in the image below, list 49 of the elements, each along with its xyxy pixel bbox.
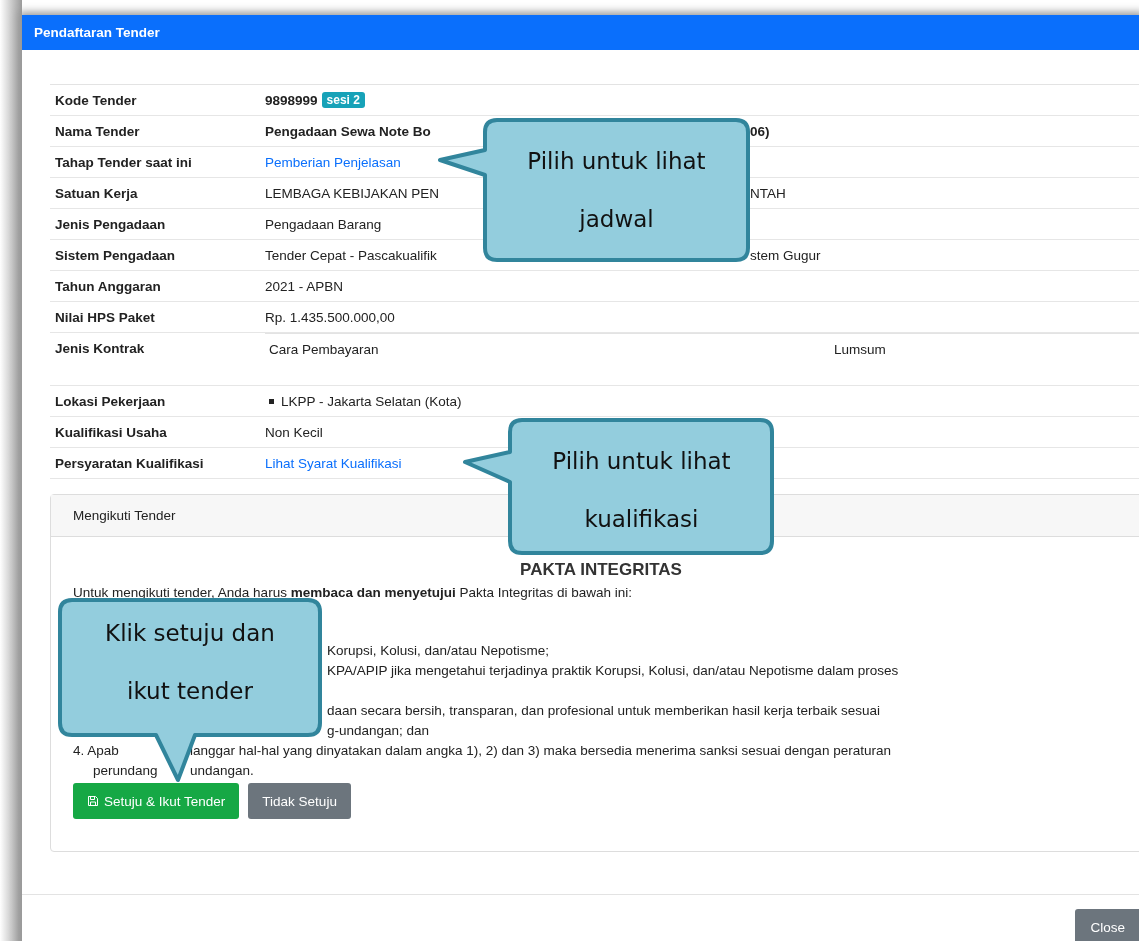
link[interactable]: Pemberian Penjelasan [265,154,401,170]
text-line: KPA/APIP jika mengetahui terjadinya praktik Korupsi, Kolusi, dan/atau Nepotisme dalam proses [327,663,899,678]
field-value: Tender Cepat - Pascakualifik [265,247,437,263]
text-line: 4. Apab [73,743,119,758]
table-cell-text: Lumsum [834,342,887,357]
field-label: Tahap Tender saat ini [55,154,192,170]
field-value: LEMBAGA KEBIJAKAN PEN [265,185,440,201]
callout-text: Klik setuju dan ikut tender [105,620,275,704]
field-label: Lokasi Pekerjaan [55,393,166,409]
text-line: g-undangan; dan [327,723,430,738]
text-line: daan secara bersih, transparan, dan profesional untuk memberikan hasil kerja terbaik sesuai [327,703,881,718]
field-value: Pengadaan Barang [265,216,382,232]
field-label: Jenis Kontrak [55,341,145,356]
field-value: LKPP - Jakarta Selatan (Kota) [281,393,462,409]
bullet-icon [269,398,274,404]
field-label: Nama Tender [55,123,140,139]
text-line: Untuk mengikuti tender, Anda harus membaca dan menyetujui Pakta Integritas di bawah ini: [73,585,633,600]
session-badge: sesi 2 [321,92,365,108]
field-value: Rp. 1.435.500.000,00 [265,309,395,325]
field-label: Kode Tender [55,92,137,108]
callout-text: Pilih untuk lihat kualifikasi [552,448,731,532]
text-line: langgar hal-hal yang dinyatakan dalam angka 1), 2) dan 3) maka bersedia menerima sanksi sesuai dengan peraturan [190,743,891,758]
table-cell-text: Cara Pembayaran [269,342,380,357]
field-value: 9898999 [265,92,318,108]
field-label: Tahun Anggaran [55,278,161,294]
section-heading: PAKTA INTEGRITAS [520,560,682,579]
text-line: perundang [93,763,158,778]
agree-button[interactable]: Setuju & Ikut Tender [73,783,240,819]
field-label: Persyaratan Kualifikasi [55,455,204,471]
field-value: NTAH [750,185,786,201]
text-line: Korupsi, Kolusi, dan/atau Nepotisme; [327,643,550,658]
link[interactable]: Lihat Syarat Kualifikasi [265,455,402,471]
dialog-title: Pendaftaran Tender [34,25,160,40]
field-label: Jenis Pengadaan [55,216,166,232]
field-label: Sistem Pengadaan [55,247,176,263]
disagree-button[interactable]: Tidak Setuju [248,783,351,819]
field-value: 06) [750,123,770,139]
field-value: 2021 - APBN [265,278,344,294]
field-label: Satuan Kerja [55,185,138,201]
field-label: Nilai HPS Paket [55,309,155,325]
save-icon [87,795,99,807]
panel-title: Mengikuti Tender [73,508,176,523]
callout-text: Pilih untuk lihat jadwal [527,148,706,232]
field-value: Pengadaan Sewa Note Bo [265,123,431,139]
text-line: undangan. [190,763,254,778]
field-value: Non Kecil [265,424,323,440]
field-value: stem Gugur [750,247,821,263]
field-label: Kualifikasi Usaha [55,424,167,440]
close-button[interactable]: Close [1075,909,1139,941]
